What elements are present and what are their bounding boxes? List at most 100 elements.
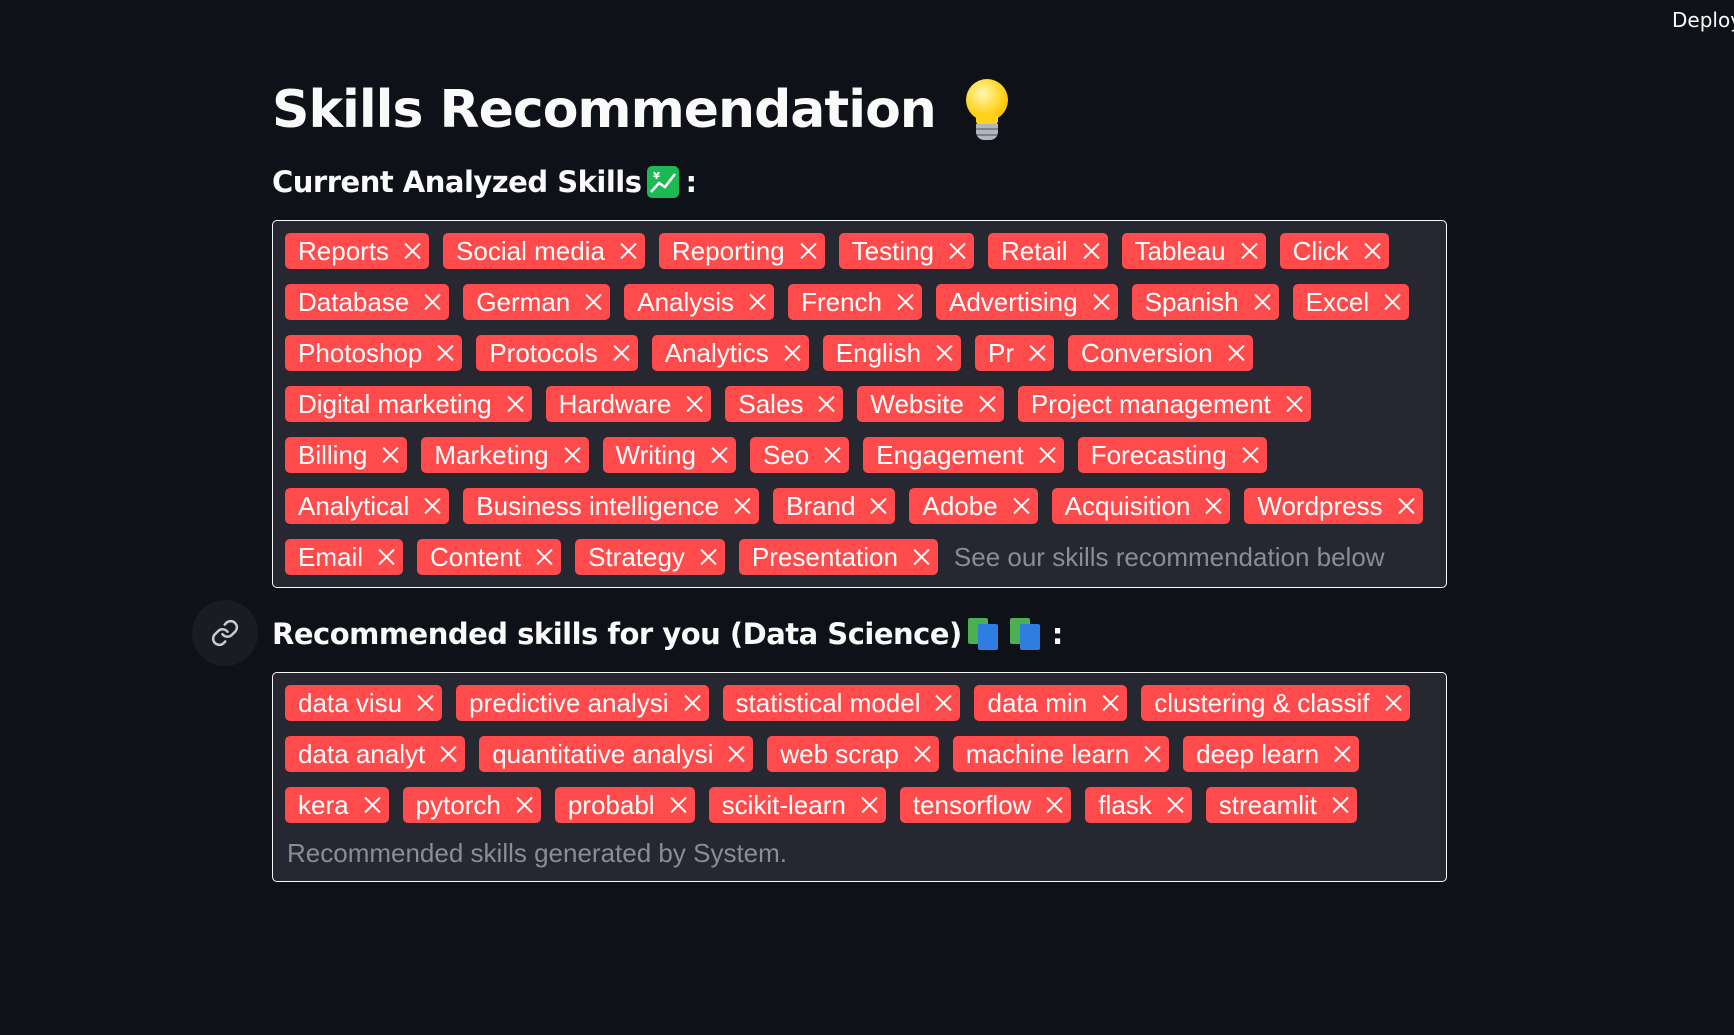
skill-tag[interactable]: Conversion bbox=[1068, 335, 1253, 371]
close-icon[interactable] bbox=[434, 342, 456, 364]
skill-tag[interactable]: German bbox=[463, 284, 611, 320]
close-icon[interactable] bbox=[815, 393, 837, 415]
close-icon[interactable] bbox=[1225, 342, 1247, 364]
close-icon[interactable] bbox=[610, 342, 632, 364]
close-icon[interactable] bbox=[797, 240, 819, 262]
close-icon[interactable] bbox=[946, 240, 968, 262]
close-icon[interactable] bbox=[681, 692, 703, 714]
close-icon[interactable] bbox=[437, 743, 459, 765]
close-icon[interactable] bbox=[725, 743, 747, 765]
close-icon[interactable] bbox=[414, 692, 436, 714]
skill-tag[interactable]: Analytical bbox=[285, 488, 450, 524]
skill-tag[interactable]: Advertising bbox=[935, 284, 1118, 320]
skill-tag[interactable]: English bbox=[822, 335, 962, 371]
skill-tag[interactable]: Digital marketing bbox=[285, 386, 532, 422]
skill-tag[interactable]: Email bbox=[285, 539, 404, 575]
close-icon[interactable] bbox=[1080, 240, 1102, 262]
skill-tag[interactable]: Acquisition bbox=[1051, 488, 1231, 524]
close-icon[interactable] bbox=[911, 743, 933, 765]
skill-tag[interactable]: scikit-learn bbox=[708, 787, 886, 823]
skill-tag[interactable]: Reporting bbox=[658, 233, 825, 269]
link-icon[interactable] bbox=[192, 600, 258, 666]
skill-tag[interactable]: kera bbox=[285, 787, 389, 823]
close-icon[interactable] bbox=[894, 291, 916, 313]
skill-tag[interactable]: statistical model bbox=[722, 685, 961, 721]
skill-tag[interactable]: Marketing bbox=[421, 437, 589, 473]
skill-tag[interactable]: web scrap bbox=[767, 736, 939, 772]
close-icon[interactable] bbox=[932, 692, 954, 714]
skill-tag[interactable]: machine learn bbox=[952, 736, 1170, 772]
close-icon[interactable] bbox=[421, 291, 443, 313]
close-icon[interactable] bbox=[708, 444, 730, 466]
recommended-skills-multiselect[interactable]: data visu predictive analysi statistical m… bbox=[272, 672, 1447, 882]
close-icon[interactable] bbox=[867, 495, 889, 517]
skill-tag[interactable]: Click bbox=[1279, 233, 1389, 269]
skill-tag[interactable]: Project management bbox=[1017, 386, 1311, 422]
close-icon[interactable] bbox=[683, 393, 705, 415]
close-icon[interactable] bbox=[976, 393, 998, 415]
skill-tag[interactable]: Protocols bbox=[476, 335, 638, 371]
skill-tag[interactable]: deep learn bbox=[1183, 736, 1360, 772]
skill-tag[interactable]: Tableau bbox=[1121, 233, 1266, 269]
close-icon[interactable] bbox=[667, 794, 689, 816]
skill-tag[interactable]: clustering & classif bbox=[1141, 685, 1410, 721]
skill-tag[interactable]: Testing bbox=[838, 233, 975, 269]
skill-tag[interactable]: Adobe bbox=[909, 488, 1038, 524]
close-icon[interactable] bbox=[1331, 743, 1353, 765]
close-icon[interactable] bbox=[1361, 240, 1383, 262]
skill-tag[interactable]: quantitative analysi bbox=[479, 736, 754, 772]
skill-tag[interactable]: Billing bbox=[285, 437, 408, 473]
close-icon[interactable] bbox=[1382, 692, 1404, 714]
skill-tag[interactable]: streamlit bbox=[1205, 787, 1358, 823]
skill-tag[interactable]: Writing bbox=[602, 437, 736, 473]
close-icon[interactable] bbox=[1381, 291, 1403, 313]
skill-tag[interactable]: French bbox=[788, 284, 922, 320]
close-icon[interactable] bbox=[746, 291, 768, 313]
skill-tag[interactable]: Content bbox=[417, 539, 562, 575]
skill-tag[interactable]: predictive analysi bbox=[456, 685, 709, 721]
skill-tag[interactable]: Analysis bbox=[624, 284, 775, 320]
skill-tag[interactable]: Engagement bbox=[863, 437, 1064, 473]
skill-tag[interactable]: Presentation bbox=[738, 539, 938, 575]
close-icon[interactable] bbox=[781, 342, 803, 364]
close-icon[interactable] bbox=[1090, 291, 1112, 313]
close-icon[interactable] bbox=[361, 794, 383, 816]
skill-tag[interactable]: Database bbox=[285, 284, 450, 320]
close-icon[interactable] bbox=[1395, 495, 1417, 517]
skill-tag[interactable]: Brand bbox=[773, 488, 896, 524]
close-icon[interactable] bbox=[858, 794, 880, 816]
close-icon[interactable] bbox=[1202, 495, 1224, 517]
close-icon[interactable] bbox=[1043, 794, 1065, 816]
skill-tag[interactable]: tensorflow bbox=[899, 787, 1072, 823]
close-icon[interactable] bbox=[375, 546, 397, 568]
close-icon[interactable] bbox=[582, 291, 604, 313]
close-icon[interactable] bbox=[1026, 342, 1048, 364]
close-icon[interactable] bbox=[933, 342, 955, 364]
close-icon[interactable] bbox=[617, 240, 639, 262]
skill-tag[interactable]: Seo bbox=[749, 437, 850, 473]
close-icon[interactable] bbox=[910, 546, 932, 568]
close-icon[interactable] bbox=[697, 546, 719, 568]
skill-tag[interactable]: flask bbox=[1085, 787, 1192, 823]
close-icon[interactable] bbox=[1239, 444, 1261, 466]
close-icon[interactable] bbox=[561, 444, 583, 466]
current-skills-multiselect[interactable]: Reports Social media Reporting Testing Retai… bbox=[272, 220, 1447, 588]
close-icon[interactable] bbox=[1238, 240, 1260, 262]
close-icon[interactable] bbox=[421, 495, 443, 517]
skill-tag[interactable]: Strategy bbox=[575, 539, 725, 575]
close-icon[interactable] bbox=[1099, 692, 1121, 714]
skill-tag[interactable]: Business intelligence bbox=[463, 488, 760, 524]
close-icon[interactable] bbox=[1251, 291, 1273, 313]
skill-tag[interactable]: Hardware bbox=[545, 386, 712, 422]
skill-tag[interactable]: Wordpress bbox=[1244, 488, 1423, 524]
close-icon[interactable] bbox=[731, 495, 753, 517]
close-icon[interactable] bbox=[1036, 444, 1058, 466]
skill-tag[interactable]: Pr bbox=[975, 335, 1055, 371]
skill-tag[interactable]: probabl bbox=[554, 787, 695, 823]
skill-tag[interactable]: Excel bbox=[1292, 284, 1410, 320]
skill-tag[interactable]: Analytics bbox=[651, 335, 809, 371]
close-icon[interactable] bbox=[513, 794, 535, 816]
skill-tag[interactable]: data analyt bbox=[285, 736, 466, 772]
skill-tag[interactable]: Photoshop bbox=[285, 335, 463, 371]
close-icon[interactable] bbox=[504, 393, 526, 415]
